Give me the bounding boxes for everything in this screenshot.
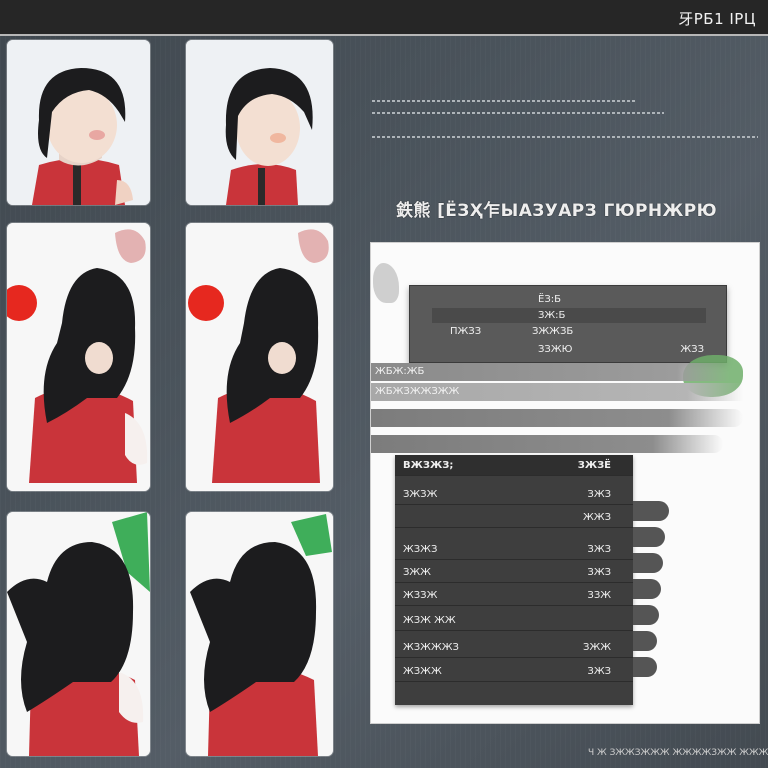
- table-row[interactable]: ЗЖЗЖ ЗЖЗ: [395, 484, 633, 505]
- decorative-streak: [372, 100, 636, 102]
- thumbnail-5[interactable]: [7, 512, 150, 756]
- table-row[interactable]: ЗЖЖ ЗЖЗ: [395, 562, 633, 583]
- table-tab: [633, 631, 657, 651]
- character-portrait-icon: [186, 40, 333, 205]
- thumbnail-1[interactable]: [7, 40, 150, 205]
- table-row[interactable]: ЖЗЖ ЖЖ: [395, 610, 633, 631]
- character-side-icon: [186, 512, 333, 756]
- list-row[interactable]: ЖБЖЗЖЖЗЖЖ: [371, 383, 743, 401]
- table-row[interactable]: ЖЗЖЖЖЗ ЗЖЖ: [395, 637, 633, 658]
- table-row[interactable]: ЖЗЖЖ ЗЖЗ: [395, 661, 633, 682]
- popup-row[interactable]: ЗЖ:Б: [432, 308, 706, 323]
- table-row[interactable]: ЖЗЖЗ ЗЖЗ: [395, 539, 633, 560]
- table-tab: [633, 579, 661, 599]
- popup-row[interactable]: ЗЗЖЮ: [432, 342, 706, 357]
- table-tab: [633, 527, 665, 547]
- table-row[interactable]: ЖЖЗ: [395, 507, 633, 528]
- table-tab: [633, 605, 659, 625]
- data-table: ВЖЗЖЗ; ЗЖЗЁ ЗЖЗЖ ЗЖЗ ЖЖЗ ЖЗЖЗ ЗЖЗ ЗЖЖ ЗЖ…: [395, 455, 633, 705]
- character-side-icon: [7, 512, 150, 756]
- section-heading: 鉄熊 [ЁЗҲ乍ЫАЗУАРЗ ГЮРНЖРЮ: [396, 201, 717, 221]
- decorative-streak: [372, 112, 664, 114]
- preview-panel: ЁЗ:Б ЗЖ:Б ПЖЗЗ ЗЖЖЗБ ЗЗЖЮ ЖЗЗ ЖБЖ:ЖБ ЖБЖ…: [370, 242, 760, 724]
- thumbnail-4[interactable]: [186, 223, 333, 491]
- table-tab: [633, 657, 657, 677]
- table-row[interactable]: ЖЗЗЖ ЗЗЖ: [395, 585, 633, 606]
- footer-text: Ч Ж ЗЖЖЗЖЖЖ ЖЖЖЖЗЖЖ ЖЖЖ: [588, 748, 768, 758]
- thumbnail-2[interactable]: [186, 40, 333, 205]
- popup-value: ЖЗЗ: [680, 344, 704, 355]
- character-back-icon: [7, 223, 150, 491]
- decorative-streak: [372, 136, 758, 138]
- table-tab: [633, 553, 663, 573]
- title-bar: 牙РБ1 ІРЦ: [0, 0, 768, 36]
- window-title: 牙РБ1 ІРЦ: [678, 10, 756, 28]
- thumbnail-6[interactable]: [186, 512, 333, 756]
- list-row[interactable]: ЖБЖ:ЖБ: [371, 363, 731, 381]
- popup-title: ЁЗ:Б: [538, 294, 561, 305]
- context-popup: ЁЗ:Б ЗЖ:Б ПЖЗЗ ЗЖЖЗБ ЗЗЖЮ ЖЗЗ: [409, 285, 727, 363]
- popup-row[interactable]: ПЖЗЗ ЗЖЖЗБ: [432, 324, 706, 339]
- thumbnail-3[interactable]: [7, 223, 150, 491]
- character-back-icon: [186, 223, 333, 491]
- table-header-row: ВЖЗЖЗ; ЗЖЗЁ: [395, 455, 633, 476]
- table-tab: [633, 501, 669, 521]
- fade-bar: [371, 409, 743, 427]
- character-portrait-icon: [7, 40, 150, 205]
- fade-bar: [371, 435, 723, 453]
- ghost-shape: [373, 263, 399, 303]
